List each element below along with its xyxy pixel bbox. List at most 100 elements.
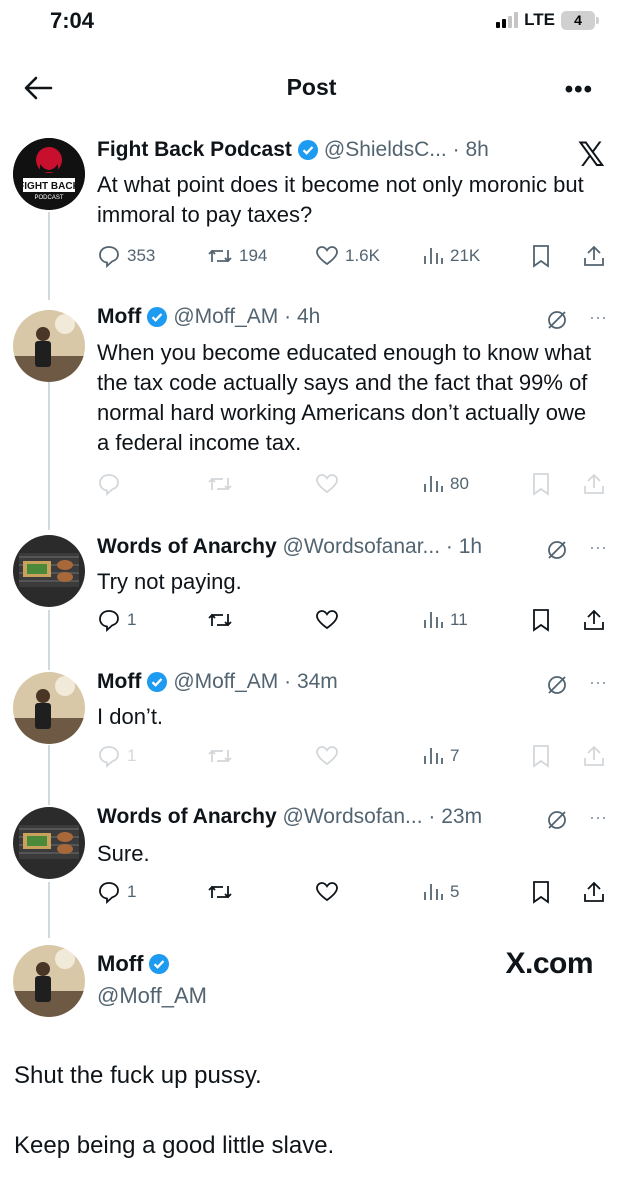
tweet[interactable]: Moff @Moff_AM · 4h ··· When you become e… — [0, 305, 623, 505]
verified-badge-icon — [147, 307, 168, 327]
views-button[interactable]: 80 — [422, 472, 469, 496]
like-count: 1.6K — [345, 246, 380, 265]
like-button[interactable] — [315, 472, 339, 496]
author-name[interactable]: Moff — [97, 670, 141, 694]
more-options-icon[interactable]: ··· — [589, 672, 607, 693]
share-button[interactable] — [582, 608, 606, 632]
share-button[interactable] — [582, 244, 606, 268]
tweet-actions: 1 11 — [97, 608, 607, 636]
bookmark-button[interactable] — [530, 244, 552, 268]
views-button[interactable]: 11 — [422, 608, 468, 632]
share-icon — [584, 473, 604, 494]
author-name[interactable]: Moff — [97, 305, 141, 329]
share-icon — [584, 881, 604, 902]
reply-button[interactable] — [97, 472, 121, 496]
tweet-time[interactable]: 8h — [465, 138, 488, 162]
tweet-actions: 353 194 1.6K 21K — [97, 244, 607, 272]
tweet-actions: 80 — [97, 472, 607, 500]
avatar[interactable] — [13, 310, 85, 382]
avatar[interactable] — [13, 535, 85, 607]
author-name[interactable]: Fight Back Podcast — [97, 138, 292, 162]
bookmark-icon — [533, 609, 549, 632]
retweet-button[interactable] — [207, 608, 233, 632]
avatar[interactable] — [13, 945, 85, 1017]
share-button[interactable] — [582, 744, 606, 768]
share-icon — [584, 745, 604, 766]
author-handle[interactable]: @Wordsofanar... — [283, 535, 441, 559]
main-tweet-line-2: Keep being a good little slave. — [14, 1132, 335, 1159]
retweet-button[interactable] — [207, 744, 233, 768]
retweet-button[interactable] — [207, 880, 233, 904]
svg-text:PODCAST: PODCAST — [34, 195, 63, 201]
reply-button[interactable]: 1 — [97, 744, 136, 768]
heart-icon — [316, 246, 338, 266]
more-options-icon[interactable]: ··· — [589, 807, 607, 828]
grok-icon[interactable] — [545, 538, 569, 562]
page-title: Post — [286, 74, 337, 100]
retweet-button[interactable] — [207, 472, 233, 496]
tweet[interactable]: Words of Anarchy @Wordsofan... · 23m ···… — [0, 805, 623, 915]
battery-level: 4 — [561, 10, 595, 30]
views-icon — [424, 612, 443, 628]
views-button[interactable]: 7 — [422, 744, 459, 768]
grok-icon[interactable] — [545, 808, 569, 832]
retweet-icon — [208, 477, 232, 491]
bookmark-icon — [533, 745, 549, 768]
avatar[interactable] — [13, 807, 85, 879]
tweet-time[interactable]: 34m — [297, 670, 338, 694]
views-button[interactable]: 21K — [422, 244, 480, 268]
reply-button[interactable]: 1 — [97, 608, 136, 632]
svg-text:FIGHT BACK: FIGHT BACK — [18, 181, 80, 192]
more-options-icon[interactable]: ··· — [589, 537, 607, 558]
like-button[interactable] — [315, 608, 339, 632]
tweet-time[interactable]: 23m — [441, 805, 482, 829]
retweet-button[interactable]: 194 — [207, 244, 267, 268]
main-author[interactable]: Moff — [97, 951, 175, 977]
verified-badge-icon — [297, 140, 318, 160]
retweet-icon — [208, 613, 232, 627]
author-name[interactable]: Words of Anarchy — [97, 805, 277, 829]
author-handle[interactable]: @Moff_AM — [173, 670, 278, 694]
avatar[interactable] — [13, 672, 85, 744]
grok-icon[interactable] — [545, 673, 569, 697]
tweet-actions: 1 5 — [97, 880, 607, 908]
tweet-text: When you become educated enough to know … — [97, 340, 592, 455]
author-handle[interactable]: @Moff_AM — [173, 305, 278, 329]
reply-icon — [99, 882, 119, 904]
retweet-icon — [208, 749, 232, 763]
bookmark-button[interactable] — [530, 880, 552, 904]
reply-icon — [99, 246, 119, 268]
reply-button[interactable]: 1 — [97, 880, 136, 904]
more-options-icon[interactable]: ··· — [589, 307, 607, 328]
bookmark-button[interactable] — [530, 472, 552, 496]
bookmark-button[interactable] — [530, 744, 552, 768]
author-handle[interactable]: @ShieldsC... — [324, 138, 447, 162]
like-button[interactable]: 1.6K — [315, 244, 380, 268]
more-options-icon[interactable]: ••• — [565, 76, 593, 104]
share-button[interactable] — [582, 472, 606, 496]
bookmark-icon — [533, 473, 549, 496]
author-handle[interactable]: @Moff_AM — [97, 983, 207, 1009]
reply-button[interactable]: 353 — [97, 244, 155, 268]
view-count: 80 — [450, 474, 469, 493]
author-name[interactable]: Moff — [97, 951, 143, 977]
author-handle[interactable]: @Wordsofan... — [283, 805, 423, 829]
bookmark-icon — [533, 881, 549, 904]
views-button[interactable]: 5 — [422, 880, 459, 904]
grok-icon[interactable] — [545, 308, 569, 332]
tweet[interactable]: FIGHT BACK PODCAST Fight Back Podcast @S… — [0, 138, 623, 283]
tweet-time[interactable]: 4h — [297, 305, 320, 329]
like-button[interactable] — [315, 744, 339, 768]
battery-icon: 4 — [561, 10, 599, 30]
tweet[interactable]: Moff @Moff_AM · 34m ··· I don’t. 1 7 — [0, 670, 623, 780]
views-icon — [424, 748, 443, 764]
author-name[interactable]: Words of Anarchy — [97, 535, 277, 559]
bookmark-button[interactable] — [530, 608, 552, 632]
avatar[interactable]: FIGHT BACK PODCAST — [13, 138, 85, 210]
tweet[interactable]: Words of Anarchy @Wordsofanar... · 1h ··… — [0, 535, 623, 645]
tweet-time[interactable]: 1h — [459, 535, 482, 559]
share-icon — [584, 245, 604, 266]
tweet-text: At what point does it become not only mo… — [97, 172, 584, 227]
like-button[interactable] — [315, 880, 339, 904]
share-button[interactable] — [582, 880, 606, 904]
